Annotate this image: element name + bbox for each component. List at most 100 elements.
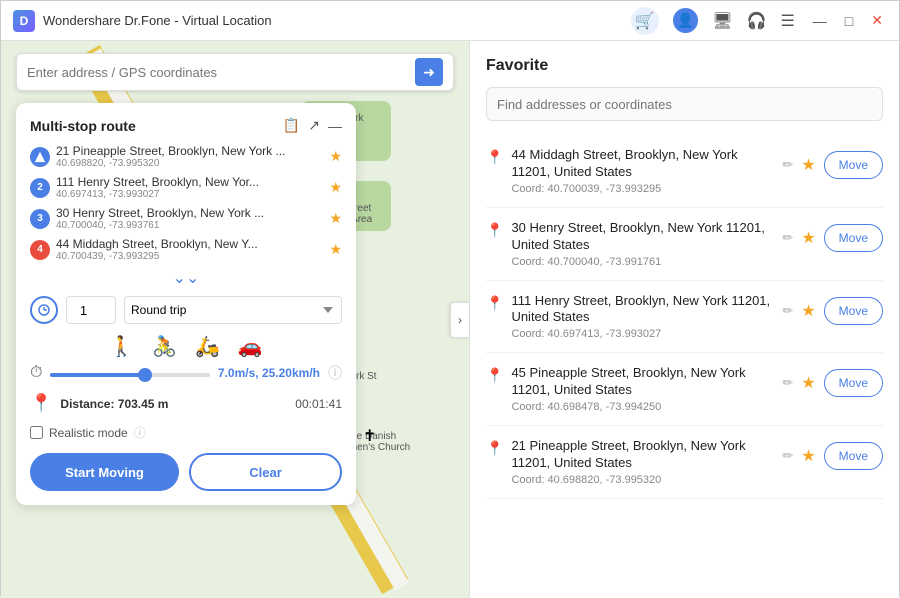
fav-name-2: 30 Henry Street, Brooklyn, New York 1120… (511, 220, 774, 254)
fav-edit-icon-4[interactable]: ✏ (782, 375, 793, 391)
favorite-item-1: 📍 44 Middagh Street, Brooklyn, New York … (486, 135, 883, 208)
fav-details-1: 44 Middagh Street, Brooklyn, New York 11… (511, 147, 774, 195)
close-button[interactable]: ✕ (867, 10, 887, 31)
route-stop-1: 21 Pineapple Street, Brooklyn, New York … (30, 144, 342, 169)
trip-mode-select[interactable]: Round trip One way Infinite loop (124, 296, 342, 324)
walk-icon[interactable]: 🚶 (109, 334, 134, 359)
fav-actions-2: ✏ ★ Move (782, 224, 883, 252)
route-stop-3: 3 30 Henry Street, Brooklyn, New York ..… (30, 206, 342, 231)
speed-slider-wrap (50, 364, 209, 382)
stop-name-3: 30 Henry Street, Brooklyn, New York ... (56, 206, 323, 220)
menu-icon[interactable]: ☰ (780, 11, 794, 31)
stop-star-3[interactable]: ★ (329, 210, 342, 227)
favorite-item-3: 📍 111 Henry Street, Brooklyn, New York 1… (486, 281, 883, 354)
favorite-search-input[interactable] (486, 87, 883, 121)
bike-icon[interactable]: 🚴 (152, 334, 177, 359)
fav-pin-icon-2: 📍 (486, 222, 503, 239)
fav-pin-icon-3: 📍 (486, 295, 503, 312)
stop-coord-3: 40.700040, -73.993761 (56, 220, 323, 231)
maximize-button[interactable]: □ (841, 11, 857, 31)
realistic-help-icon[interactable]: ⓘ (134, 424, 146, 441)
fav-coord-1: Coord: 40.700039, -73.993295 (511, 183, 774, 195)
favorite-list: 📍 44 Middagh Street, Brooklyn, New York … (486, 135, 883, 582)
fav-edit-icon-5[interactable]: ✏ (782, 448, 793, 464)
fav-edit-icon-1[interactable]: ✏ (782, 157, 793, 173)
route-header-icons: 📋 ↗ — (283, 117, 342, 134)
stop-coord-4: 40.700439, -73.993295 (56, 251, 323, 262)
cart-icon[interactable]: 🛒 (631, 7, 659, 35)
fav-name-3: 111 Henry Street, Brooklyn, New York 112… (511, 293, 774, 327)
stop-name-2: 111 Henry Street, Brooklyn, New Yor... (56, 175, 323, 189)
fav-pin-icon-1: 📍 (486, 149, 503, 166)
route-stops: 21 Pineapple Street, Brooklyn, New York … (30, 144, 342, 262)
fav-name-4: 45 Pineapple Street, Brooklyn, New York … (511, 365, 774, 399)
stop-coord-2: 40.697413, -73.993027 (56, 189, 323, 200)
fav-edit-icon-2[interactable]: ✏ (782, 230, 793, 246)
distance-value: Distance: 703.45 m (60, 397, 287, 411)
fav-star-4[interactable]: ★ (801, 373, 815, 393)
window-controls: — □ ✕ (809, 10, 887, 31)
stop-star-1[interactable]: ★ (329, 148, 342, 165)
favorite-item-4: 📍 45 Pineapple Street, Brooklyn, New Yor… (486, 353, 883, 426)
route-panel-header: Multi-stop route 📋 ↗ — (30, 117, 342, 134)
fav-details-3: 111 Henry Street, Brooklyn, New York 112… (511, 293, 774, 341)
fav-star-5[interactable]: ★ (801, 446, 815, 466)
speed-info-icon[interactable]: ⓘ (328, 363, 342, 383)
fav-actions-3: ✏ ★ Move (782, 297, 883, 325)
collapse-route-icon[interactable]: — (328, 118, 342, 134)
stop-text-1: 21 Pineapple Street, Brooklyn, New York … (56, 144, 323, 169)
fav-star-2[interactable]: ★ (801, 228, 815, 248)
stop-star-4[interactable]: ★ (329, 241, 342, 258)
export-route-icon[interactable]: ↗ (308, 117, 320, 134)
stop-num-4: 4 (30, 240, 50, 260)
fav-star-1[interactable]: ★ (801, 155, 815, 175)
main-layout: Squibb Park Fruit StreetSitting Area Cla… (1, 41, 899, 598)
stop-coord-1: 40.698820, -73.995320 (56, 158, 323, 169)
fav-move-button-2[interactable]: Move (824, 224, 883, 252)
start-moving-button[interactable]: Start Moving (30, 453, 179, 491)
route-panel-title: Multi-stop route (30, 118, 136, 134)
add-route-icon[interactable]: 📋 (283, 117, 300, 134)
fav-move-button-1[interactable]: Move (824, 151, 883, 179)
realistic-mode-checkbox[interactable] (30, 426, 43, 439)
favorite-title: Favorite (486, 57, 883, 75)
fav-name-1: 44 Middagh Street, Brooklyn, New York 11… (511, 147, 774, 181)
car-icon[interactable]: 🚗 (238, 334, 263, 359)
user-icon[interactable]: 👤 (673, 8, 698, 33)
fav-actions-1: ✏ ★ Move (782, 151, 883, 179)
fav-star-3[interactable]: ★ (801, 301, 815, 321)
headphone-icon[interactable]: 🎧 (747, 11, 767, 31)
clear-button[interactable]: Clear (189, 453, 342, 491)
fav-actions-5: ✏ ★ Move (782, 442, 883, 470)
speed-value: 7.0m/s, 25.20km/h (218, 366, 320, 380)
search-input[interactable] (27, 65, 415, 80)
stop-num-3: 3 (30, 209, 50, 229)
favorite-item-2: 📍 30 Henry Street, Brooklyn, New York 11… (486, 208, 883, 281)
map-panel: Squibb Park Fruit StreetSitting Area Cla… (1, 41, 469, 598)
monitor-icon[interactable]: 🖥 (712, 11, 732, 31)
route-stop-2: 2 111 Henry Street, Brooklyn, New Yor...… (30, 175, 342, 200)
fav-move-button-3[interactable]: Move (824, 297, 883, 325)
fav-name-5: 21 Pineapple Street, Brooklyn, New York … (511, 438, 774, 472)
more-stops-arrow[interactable]: ⌄⌄ (30, 268, 342, 288)
app-title: Wondershare Dr.Fone - Virtual Location (43, 13, 272, 28)
minimize-button[interactable]: — (809, 11, 831, 31)
speed-row: ⏱ 7.0m/s, 25.20km/h ⓘ (30, 363, 342, 383)
fav-move-button-4[interactable]: Move (824, 369, 883, 397)
title-left: D Wondershare Dr.Fone - Virtual Location (13, 10, 272, 32)
distance-row: 📍 Distance: 703.45 m 00:01:41 (30, 393, 342, 414)
expand-panel-arrow[interactable]: › (450, 302, 470, 338)
stop-text-3: 30 Henry Street, Brooklyn, New York ... … (56, 206, 323, 231)
fav-edit-icon-3[interactable]: ✏ (782, 303, 793, 319)
fav-move-button-5[interactable]: Move (824, 442, 883, 470)
scooter-icon[interactable]: 🛵 (195, 334, 220, 359)
realistic-mode-label: Realistic mode (49, 426, 128, 440)
fav-coord-5: Coord: 40.698820, -73.995320 (511, 474, 774, 486)
search-bar[interactable]: ➜ (16, 53, 454, 91)
title-bar: D Wondershare Dr.Fone - Virtual Location… (1, 1, 899, 41)
loop-count-input[interactable] (66, 296, 116, 324)
stop-star-2[interactable]: ★ (329, 179, 342, 196)
speed-slider[interactable] (50, 373, 209, 377)
fav-coord-4: Coord: 40.698478, -73.994250 (511, 401, 774, 413)
search-go-button[interactable]: ➜ (415, 58, 443, 86)
